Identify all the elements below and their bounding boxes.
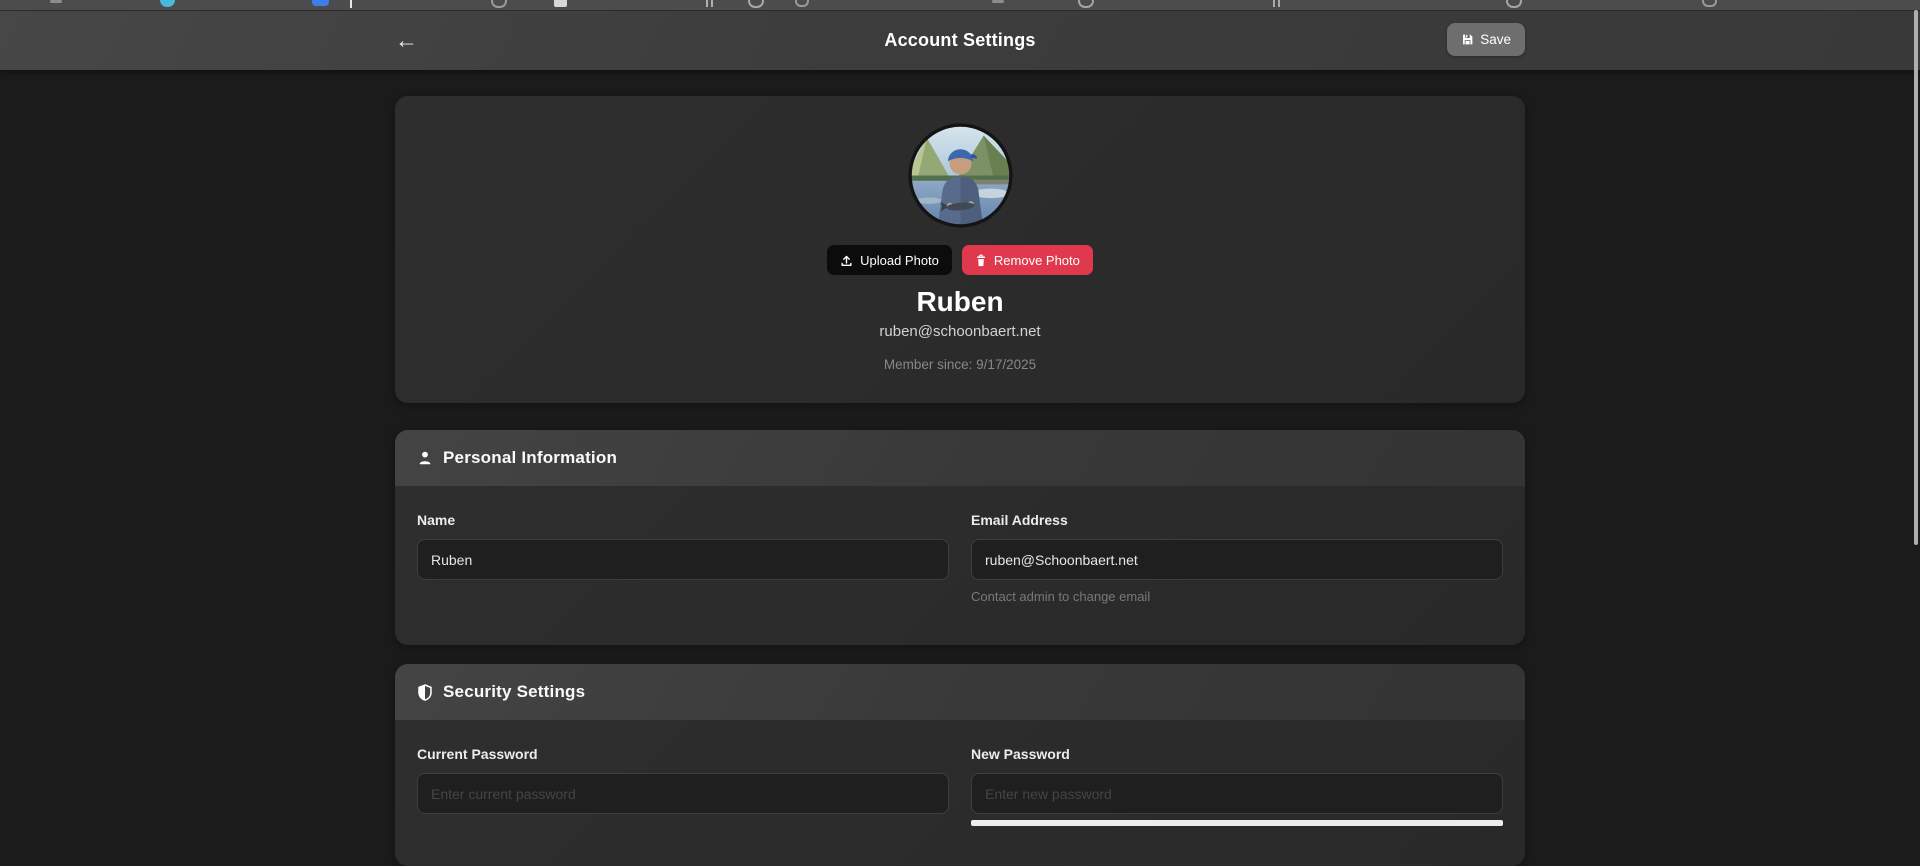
scrollbar-thumb[interactable]: [1914, 10, 1918, 545]
password-strength-bar: [971, 820, 1503, 826]
new-password-input[interactable]: [971, 773, 1503, 814]
app-header: ← Account Settings Save: [0, 10, 1920, 70]
remove-photo-button[interactable]: Remove Photo: [962, 245, 1093, 275]
back-button[interactable]: ←: [395, 24, 429, 56]
favicon-fragment: [554, 0, 567, 7]
upload-photo-label: Upload Photo: [860, 253, 939, 268]
favicon-fragment: [160, 0, 175, 7]
email-label: Email Address: [971, 512, 1068, 528]
current-password-label: Current Password: [417, 746, 538, 762]
security-settings-title: Security Settings: [443, 682, 585, 702]
personal-information-title: Personal Information: [443, 448, 617, 468]
current-password-input[interactable]: [417, 773, 949, 814]
favicon-fragment: [706, 0, 708, 7]
person-icon: [417, 450, 433, 466]
security-settings-section: Security Settings Current Password New P…: [395, 664, 1525, 866]
profile-name: Ruben: [395, 285, 1525, 319]
save-floppy-icon: [1461, 33, 1474, 46]
favicon-fragment: [1273, 0, 1275, 7]
name-input[interactable]: [417, 539, 949, 580]
profile-email: ruben@schoonbaert.net: [395, 322, 1525, 342]
save-button-label: Save: [1480, 32, 1511, 47]
email-helper-text: Contact admin to change email: [971, 589, 1503, 605]
security-settings-header: Security Settings: [395, 664, 1525, 720]
favicon-fragment: [795, 0, 809, 7]
favicon-fragment: [1702, 0, 1717, 7]
current-password-field-group: Current Password: [417, 746, 949, 826]
save-button[interactable]: Save: [1447, 23, 1525, 56]
upload-photo-button[interactable]: Upload Photo: [827, 245, 952, 275]
new-password-field-group: New Password: [971, 746, 1503, 826]
favicon-fragment: [1506, 0, 1522, 8]
page-title: Account Settings: [884, 30, 1035, 51]
favicon-fragment: [312, 0, 329, 6]
favicon-fragment: [748, 0, 764, 8]
name-field-group: Name: [417, 512, 949, 605]
trash-icon: [975, 254, 987, 267]
remove-photo-label: Remove Photo: [994, 253, 1080, 268]
settings-page: Upload Photo Remove Photo Ruben ruben@sc…: [395, 0, 1525, 866]
new-password-label: New Password: [971, 746, 1070, 762]
browser-chrome-strip: [0, 0, 1920, 11]
favicon-fragment: [350, 0, 352, 8]
favicon-fragment: [992, 0, 1004, 3]
favicon-fragment: [1078, 0, 1094, 8]
email-field-group: Email Address Contact admin to change em…: [971, 512, 1503, 605]
avatar: [908, 123, 1013, 228]
favicon-fragment: [491, 0, 507, 8]
upload-icon: [840, 254, 853, 267]
personal-information-header: Personal Information: [395, 430, 1525, 486]
favicon-fragment: [50, 0, 62, 3]
personal-information-section: Personal Information Name Email Address …: [395, 430, 1525, 645]
shield-icon: [417, 684, 433, 701]
member-since-text: Member since: 9/17/2025: [395, 357, 1525, 373]
email-input[interactable]: [971, 539, 1503, 580]
profile-card: Upload Photo Remove Photo Ruben ruben@sc…: [395, 96, 1525, 403]
name-label: Name: [417, 512, 455, 528]
